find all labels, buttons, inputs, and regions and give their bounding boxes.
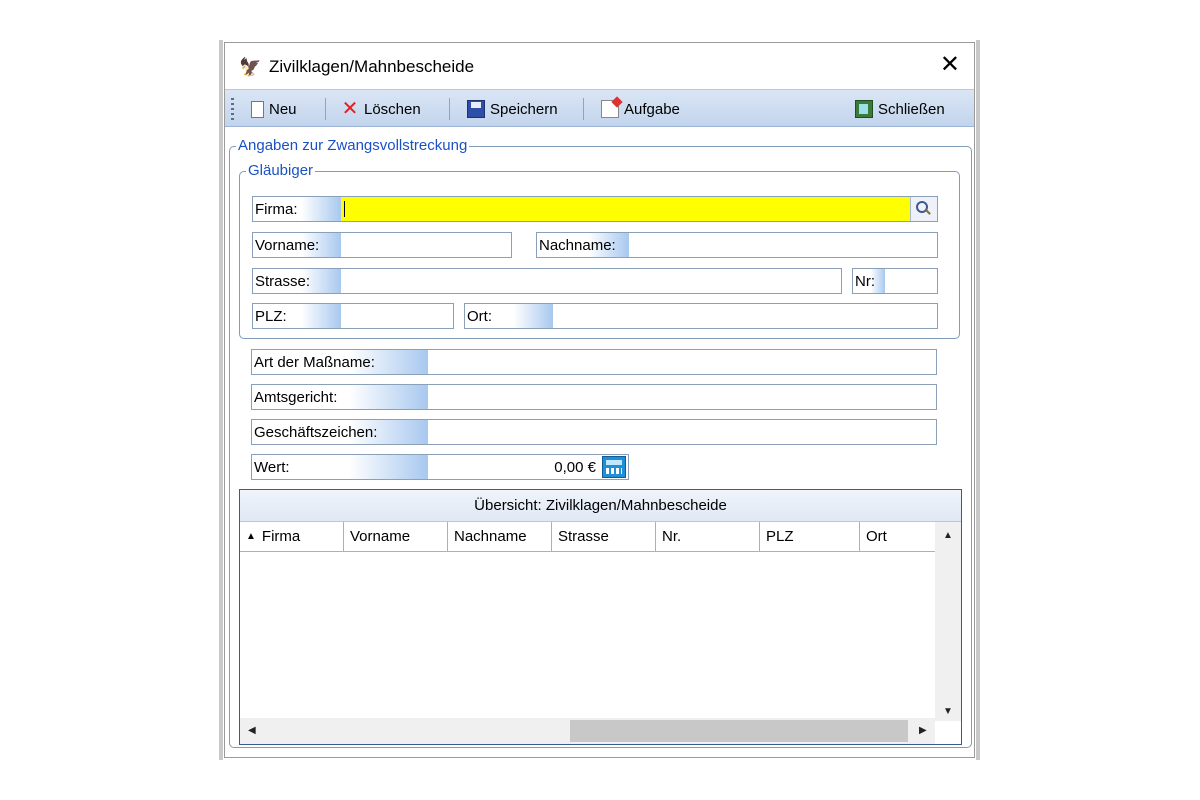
art-label: Art der Maßname: <box>252 350 428 374</box>
amtsgericht-label: Amtsgericht: <box>252 385 428 409</box>
strasse-input[interactable] <box>341 269 841 293</box>
overview-grid: Übersicht: Zivilklagen/Mahnbescheide ▲ F… <box>239 489 962 745</box>
scroll-left-arrow-icon[interactable]: ◀ <box>248 725 256 736</box>
geschaeftszeichen-label: Geschäftszeichen: <box>252 420 428 444</box>
search-icon <box>916 201 928 213</box>
ort-input[interactable] <box>553 304 937 328</box>
plz-field: PLZ: <box>252 303 454 329</box>
art-field: Art der Maßname: <box>251 349 937 375</box>
plz-input[interactable] <box>341 304 453 328</box>
amtsgericht-input[interactable] <box>428 385 936 409</box>
ort-label: Ort: <box>465 304 553 328</box>
nr-field: Nr: <box>852 268 938 294</box>
art-input[interactable] <box>428 350 936 374</box>
wert-field: Wert: 0,00 € <box>251 454 629 480</box>
task-button-label: Aufgabe <box>624 100 680 118</box>
text-caret <box>344 201 345 217</box>
firma-input[interactable] <box>341 197 911 221</box>
firma-field: Firma: <box>252 196 938 222</box>
background-window-edge-left <box>219 40 223 760</box>
vorname-field: Vorname: <box>252 232 512 258</box>
nr-label: Nr: <box>853 269 885 293</box>
save-button-label: Speichern <box>490 100 558 118</box>
column-header-label: Strasse <box>558 528 609 545</box>
column-header-nr[interactable]: Nr. <box>656 522 760 552</box>
column-header-label: Vorname <box>350 528 411 545</box>
toolbar-grip[interactable] <box>231 98 234 120</box>
column-header-label: PLZ <box>766 528 794 545</box>
new-document-icon <box>251 100 264 118</box>
horizontal-scroll-thumb[interactable] <box>570 720 908 742</box>
column-header-strasse[interactable]: Strasse <box>552 522 656 552</box>
toolbar-separator <box>449 98 450 120</box>
wert-label: Wert: <box>252 455 428 479</box>
ort-field: Ort: <box>464 303 938 329</box>
dialog-window: 🦅 Zivilklagen/Mahnbescheide ✕ Neu ✕ Lösc… <box>224 42 975 758</box>
exit-door-icon <box>855 100 873 118</box>
column-header-label: Nachname <box>454 528 527 545</box>
strasse-label: Strasse: <box>253 269 341 293</box>
column-header-label: Firma <box>261 528 301 545</box>
task-icon <box>601 100 619 118</box>
overview-grid-title: Übersicht: Zivilklagen/Mahnbescheide <box>240 490 961 522</box>
title-bar: 🦅 Zivilklagen/Mahnbescheide ✕ <box>225 43 974 89</box>
horizontal-scrollbar[interactable]: ◀ ▶ <box>240 718 935 744</box>
task-button[interactable]: Aufgabe <box>601 96 680 122</box>
nachname-label: Nachname: <box>537 233 629 257</box>
sort-ascending-icon: ▲ <box>246 531 256 542</box>
close-dialog-button[interactable]: Schließen <box>855 96 945 122</box>
column-header-label: Ort <box>866 528 887 545</box>
amtsgericht-field: Amtsgericht: <box>251 384 937 410</box>
calculator-icon[interactable] <box>602 456 626 478</box>
nachname-field: Nachname: <box>536 232 938 258</box>
wert-input[interactable]: 0,00 € <box>428 455 600 479</box>
close-dialog-button-label: Schließen <box>878 100 945 118</box>
delete-button-label: Löschen <box>364 100 421 118</box>
firma-label: Firma: <box>253 197 341 221</box>
column-header-plz[interactable]: PLZ <box>760 522 860 552</box>
nachname-input[interactable] <box>629 233 937 257</box>
vorname-label: Vorname: <box>253 233 341 257</box>
save-disk-icon <box>467 100 485 118</box>
scroll-down-arrow-icon[interactable]: ▼ <box>943 706 953 717</box>
save-button[interactable]: Speichern <box>467 96 558 122</box>
column-header-nachname[interactable]: Nachname <box>448 522 552 552</box>
firma-search-button[interactable] <box>910 197 937 221</box>
column-header-ort[interactable]: Ort <box>860 522 936 552</box>
column-header-firma[interactable]: ▲ Firma <box>240 522 344 552</box>
creditor-group-legend: Gläubiger <box>246 162 316 179</box>
scroll-up-arrow-icon[interactable]: ▲ <box>943 530 953 541</box>
column-header-vorname[interactable]: Vorname <box>344 522 448 552</box>
delete-x-icon: ✕ <box>341 98 359 120</box>
delete-button[interactable]: ✕ Löschen <box>341 96 421 122</box>
geschaeftszeichen-field: Geschäftszeichen: <box>251 419 937 445</box>
background-window-edge-right <box>976 40 980 760</box>
new-button[interactable]: Neu <box>251 96 297 122</box>
enforcement-section: Angaben zur Zwangsvollstreckung Gläubige… <box>229 137 972 748</box>
column-header-label: Nr. <box>662 528 682 545</box>
vorname-input[interactable] <box>341 233 511 257</box>
nr-input[interactable] <box>885 269 937 293</box>
scroll-right-arrow-icon[interactable]: ▶ <box>919 725 927 736</box>
toolbar-separator <box>325 98 326 120</box>
vertical-scrollbar[interactable]: ▲ ▼ <box>935 522 961 721</box>
toolbar-separator <box>583 98 584 120</box>
window-title: Zivilklagen/Mahnbescheide <box>269 57 475 76</box>
toolbar: Neu ✕ Löschen Speichern Aufgabe Schließe… <box>225 89 974 127</box>
new-button-label: Neu <box>269 100 297 118</box>
geschaeftszeichen-input[interactable] <box>428 420 936 444</box>
close-icon[interactable]: ✕ <box>940 52 960 78</box>
enforcement-section-legend: Angaben zur Zwangsvollstreckung <box>236 137 470 154</box>
plz-label: PLZ: <box>253 304 341 328</box>
eagle-icon: 🦅 <box>239 57 262 77</box>
creditor-group: Gläubiger Firma: Vorname: Nachname: Stra… <box>239 162 960 339</box>
strasse-field: Strasse: <box>252 268 842 294</box>
